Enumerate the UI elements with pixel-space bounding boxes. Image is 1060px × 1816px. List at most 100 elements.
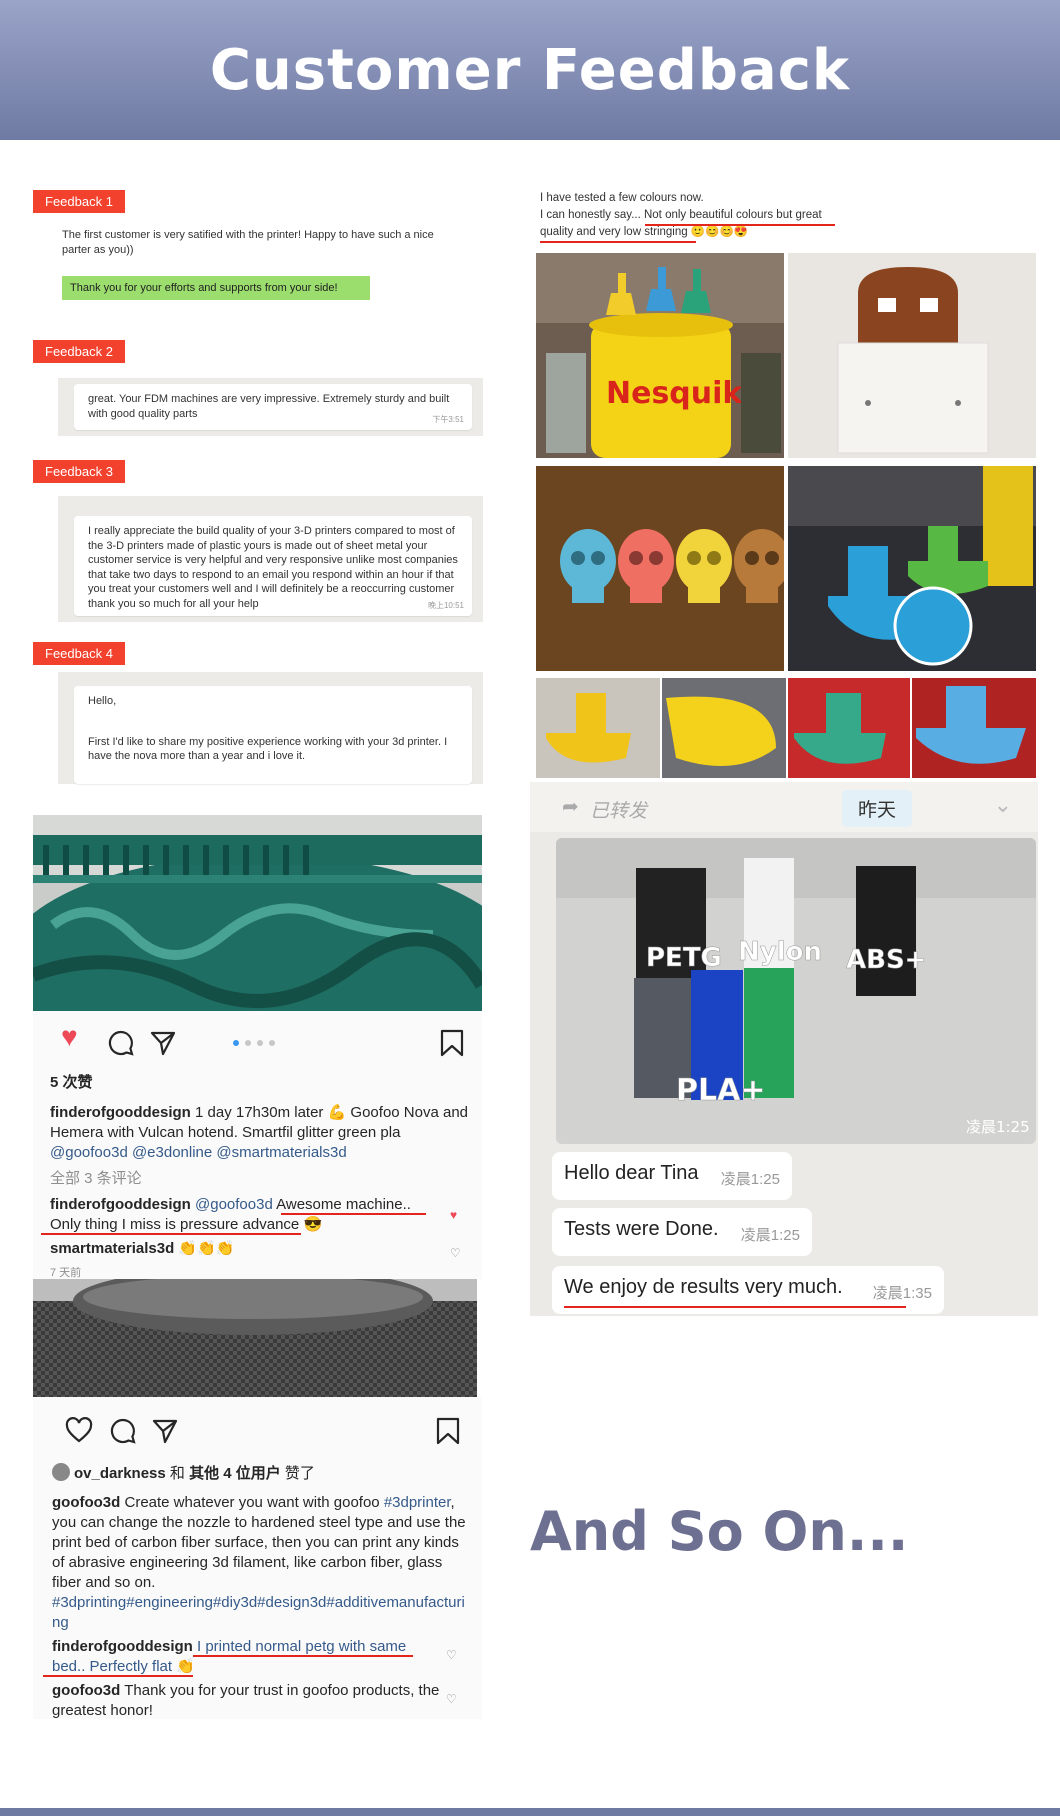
post-username[interactable]: goofoo3d <box>52 1494 120 1511</box>
underline <box>193 1655 413 1657</box>
avatar[interactable] <box>52 1463 70 1481</box>
filament-test-photo[interactable]: PETG Nylon ABS+ PLA+ 凌晨1:25 <box>556 838 1036 1144</box>
instagram-post-1: ♥ 5 次赞 finderofgooddesign 1 day 17h30m l… <box>33 1011 482 1279</box>
feedback-4-chat: Hello, First I'd like to share my positi… <box>58 672 483 784</box>
comment-like-icon[interactable]: ♥ <box>450 1205 457 1225</box>
skulls-photo <box>536 466 784 671</box>
comment-1: finderofgooddesign I printed normal petg… <box>52 1637 422 1677</box>
liked-by-mid: 和 <box>165 1465 190 1482</box>
svg-text:Nesquik: Nesquik <box>606 376 743 411</box>
feedback-3-time: 晚上10:51 <box>427 600 464 610</box>
feedback-3-bubble: I really appreciate the build quality of… <box>74 516 472 616</box>
feedback-3-chat: I really appreciate the build quality of… <box>58 496 483 622</box>
and-so-on-text: And So On... <box>530 1500 909 1563</box>
photo-time: 凌晨1:25 <box>966 1118 1030 1136</box>
comment-1-user[interactable]: finderofgooddesign <box>50 1196 191 1213</box>
photo-label: PLA+ <box>676 1073 765 1108</box>
feedback-2-chat: great. Your FDM machines are very impres… <box>58 378 483 436</box>
post-username[interactable]: finderofgooddesign <box>50 1104 191 1121</box>
feedback-tag-3: Feedback 3 <box>33 460 125 483</box>
post-hashtag[interactable]: #3dprinter <box>384 1494 451 1511</box>
feedback-1-reply: Thank you for your efforts and supports … <box>62 276 370 300</box>
share-icon[interactable] <box>149 1029 177 1057</box>
liked-by-others[interactable]: 其他 4 位用户 <box>189 1465 281 1482</box>
feedback-1-text: The first customer is very satified with… <box>62 228 442 258</box>
underline <box>645 224 835 226</box>
green-castle-print-photo <box>33 815 482 1011</box>
feedback-4-bubble: Hello, First I'd like to share my positi… <box>74 686 472 784</box>
post-hashtags[interactable]: #3dprinting#engineering#diy3d#design3d#a… <box>52 1593 472 1633</box>
message-text: We enjoy de results very much. <box>564 1276 843 1298</box>
post-time: 7 天前 <box>50 1267 82 1279</box>
header-banner: Customer Feedback <box>0 0 1060 140</box>
date-divider: 昨天 <box>842 790 913 827</box>
feedback-4-text: First I'd like to share my positive expe… <box>88 735 448 763</box>
comment-like-icon[interactable]: ♡ <box>450 1243 461 1263</box>
comment-1-user[interactable]: finderofgooddesign <box>52 1638 193 1655</box>
comment-2: smartmaterials3d 👏👏👏 <box>50 1239 234 1259</box>
liked-by: ov_darkness 和 其他 4 位用户 赞了 <box>52 1463 315 1484</box>
chat-message-1: Hello dear Tina 凌晨1:25 <box>552 1152 792 1200</box>
underline <box>540 241 696 243</box>
view-all-comments[interactable]: 全部 3 条评论 <box>50 1169 142 1189</box>
comment-like-icon[interactable]: ♡ <box>446 1645 457 1665</box>
carbon-fiber-bed-photo <box>33 1279 477 1397</box>
underline <box>41 1233 301 1235</box>
feedback-2-text: great. Your FDM machines are very impres… <box>88 393 450 420</box>
message-time: 凌晨1:25 <box>720 1171 780 1188</box>
post-text: Create whatever you want with goofoo <box>120 1494 384 1511</box>
underline <box>43 1675 193 1677</box>
comment-2: goofoo3d Thank you for your trust in goo… <box>52 1681 442 1721</box>
wechat-chat: ➦ 已转发 昨天 ⌄ PETG Nylon ABS+ PLA+ 凌晨1:25 H… <box>530 782 1038 1316</box>
heart-outline-icon[interactable] <box>65 1417 93 1445</box>
feedback-4-greeting: Hello, <box>88 695 117 707</box>
comment-icon[interactable] <box>109 1417 137 1445</box>
feedback-3-text: I really appreciate the build quality of… <box>88 525 458 610</box>
post-caption: finderofgooddesign 1 day 17h30m later 💪 … <box>50 1103 470 1163</box>
carousel-dots <box>233 1040 275 1046</box>
nesquik-boats-photo: Nesquik <box>536 253 784 458</box>
chevron-down-icon[interactable]: ⌄ <box>994 792 1012 818</box>
liked-by-end: 赞了 <box>280 1465 315 1482</box>
review-text: I have tested a few colours now. I can h… <box>540 190 840 241</box>
feedback-tag-4: Feedback 4 <box>33 642 125 665</box>
comment-1-mention[interactable]: @goofoo3d <box>191 1196 273 1213</box>
post-caption: goofoo3d Create whatever you want with g… <box>52 1493 472 1633</box>
photo-label: ABS+ <box>846 945 926 975</box>
underline <box>281 1213 426 1215</box>
benchy-boats-photo <box>788 466 1036 671</box>
bookmark-icon[interactable] <box>435 1417 461 1445</box>
message-time: 凌晨1:35 <box>872 1285 932 1302</box>
comment-2-user[interactable]: goofoo3d <box>52 1682 120 1699</box>
comment-2-user[interactable]: smartmaterials3d <box>50 1240 174 1257</box>
comment-like-icon[interactable]: ♡ <box>446 1689 457 1709</box>
review-line-1: I have tested a few colours now. <box>540 192 704 204</box>
likes-count: 5 次赞 <box>50 1074 93 1091</box>
page-title: Customer Feedback <box>209 37 851 103</box>
bookmark-icon[interactable] <box>439 1029 465 1057</box>
message-text: Tests were Done. <box>564 1218 719 1240</box>
underline <box>564 1306 906 1308</box>
comment-icon[interactable] <box>107 1029 135 1057</box>
photo-label: PETG <box>646 943 722 973</box>
message-time: 凌晨1:25 <box>740 1227 800 1244</box>
comment-1: finderofgooddesign @goofoo3d Awesome mac… <box>50 1195 440 1235</box>
post-tags[interactable]: @goofoo3d @e3donline @smartmaterials3d <box>50 1143 470 1163</box>
chat-message-2: Tests were Done. 凌晨1:25 <box>552 1208 812 1256</box>
message-text: Hello dear Tina <box>564 1162 699 1184</box>
feedback-tag-1: Feedback 1 <box>33 190 125 213</box>
forward-icon: ➦ <box>562 796 579 818</box>
benchy-closeups-photo <box>536 678 1036 778</box>
forwarded-label: 已转发 <box>590 801 648 822</box>
photo-label: Nylon <box>738 937 822 967</box>
heart-filled-icon[interactable]: ♥ <box>61 1023 78 1051</box>
instagram-post-2: ov_darkness 和 其他 4 位用户 赞了 goofoo3d Creat… <box>33 1397 482 1719</box>
share-icon[interactable] <box>151 1417 179 1445</box>
pacman-ghost-photo <box>788 253 1036 458</box>
feedback-2-bubble: great. Your FDM machines are very impres… <box>74 384 472 430</box>
feedback-2-time: 下午3:51 <box>432 414 464 424</box>
bottom-bar <box>0 1808 1060 1816</box>
feedback-tag-2: Feedback 2 <box>33 340 125 363</box>
liked-by-user[interactable]: ov_darkness <box>74 1465 166 1482</box>
forward-header: ➦ 已转发 昨天 ⌄ <box>530 782 1038 832</box>
